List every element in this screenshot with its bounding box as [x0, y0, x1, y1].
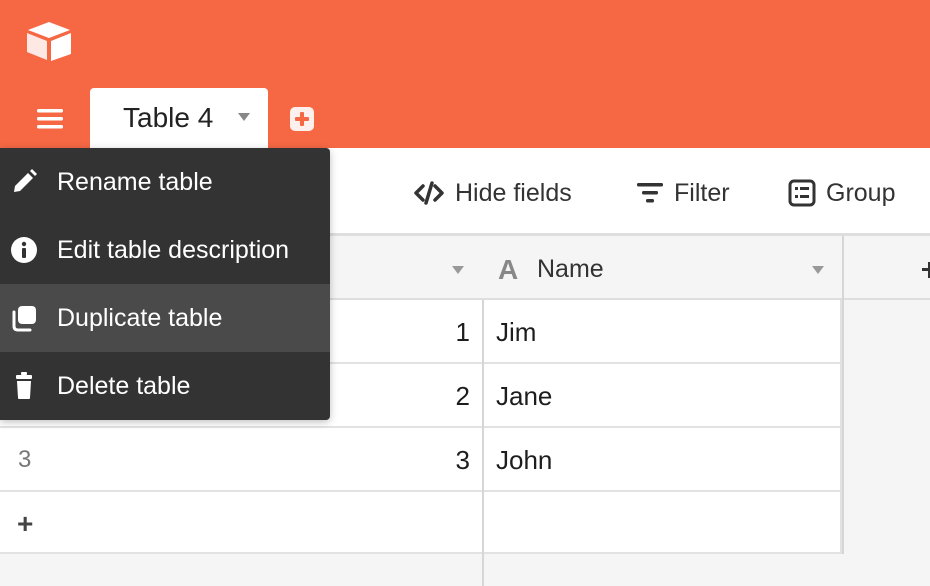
top-bar: Table 4 — [0, 0, 930, 150]
duplicate-icon — [12, 306, 36, 332]
eye-slash-icon — [414, 181, 444, 205]
hide-fields-label: Hide fields — [455, 178, 572, 207]
caret-down-icon[interactable] — [236, 110, 252, 124]
row-number: 3 — [18, 446, 32, 473]
trash-icon — [16, 372, 32, 399]
group-icon — [788, 179, 816, 207]
menu-item-rename-table[interactable]: Rename table — [0, 148, 330, 216]
name-cell[interactable]: John — [484, 428, 842, 492]
text-field-type-icon: A — [498, 254, 519, 285]
pencil-icon — [14, 169, 37, 192]
number-cell[interactable]: 3 — [456, 445, 470, 476]
number-cell[interactable]: 1 — [456, 317, 470, 348]
menu-item-label: Edit table description — [57, 236, 290, 264]
airtable-logo-icon[interactable] — [24, 20, 74, 62]
menu-item-label: Delete table — [57, 372, 191, 400]
add-row-empty-cell[interactable] — [484, 492, 842, 554]
name-cell[interactable]: Jim — [484, 300, 842, 364]
number-column-caret-icon[interactable] — [451, 264, 465, 276]
tab-table-4[interactable]: Table 4 — [90, 88, 268, 150]
hamburger-icon[interactable] — [35, 104, 65, 134]
name-cell[interactable]: Jane — [484, 364, 842, 428]
group-button[interactable]: Group — [788, 176, 895, 210]
filter-button[interactable]: Filter — [636, 176, 730, 210]
name-cell-value: Jim — [496, 317, 537, 347]
add-row-button[interactable]: + — [17, 508, 33, 540]
menu-item-edit-table-description[interactable]: Edit table description — [0, 216, 330, 284]
filter-icon — [637, 183, 663, 203]
hide-fields-button[interactable]: Hide fields — [413, 176, 572, 210]
filter-label: Filter — [674, 178, 730, 207]
table-row[interactable]: 3 3 — [0, 428, 482, 492]
menu-item-duplicate-table[interactable]: Duplicate table — [0, 284, 330, 352]
menu-item-delete-table[interactable]: Delete table — [0, 352, 330, 420]
name-column-caret-icon[interactable] — [811, 264, 825, 276]
name-cell-value: Jane — [496, 381, 553, 411]
name-cell-value: John — [496, 445, 553, 475]
tab-label: Table 4 — [123, 102, 214, 133]
info-icon — [11, 237, 37, 263]
add-row[interactable]: + — [0, 492, 482, 554]
menu-item-label: Rename table — [57, 168, 213, 196]
number-cell[interactable]: 2 — [456, 381, 470, 412]
table-context-menu: Rename table Edit table description Dupl… — [0, 148, 330, 420]
menu-item-label: Duplicate table — [57, 304, 223, 332]
plus-square-icon[interactable] — [289, 106, 315, 132]
column-divider — [842, 236, 844, 554]
group-label: Group — [826, 178, 896, 207]
add-field-icon[interactable] — [922, 262, 930, 278]
name-column-header[interactable]: Name — [537, 255, 604, 284]
